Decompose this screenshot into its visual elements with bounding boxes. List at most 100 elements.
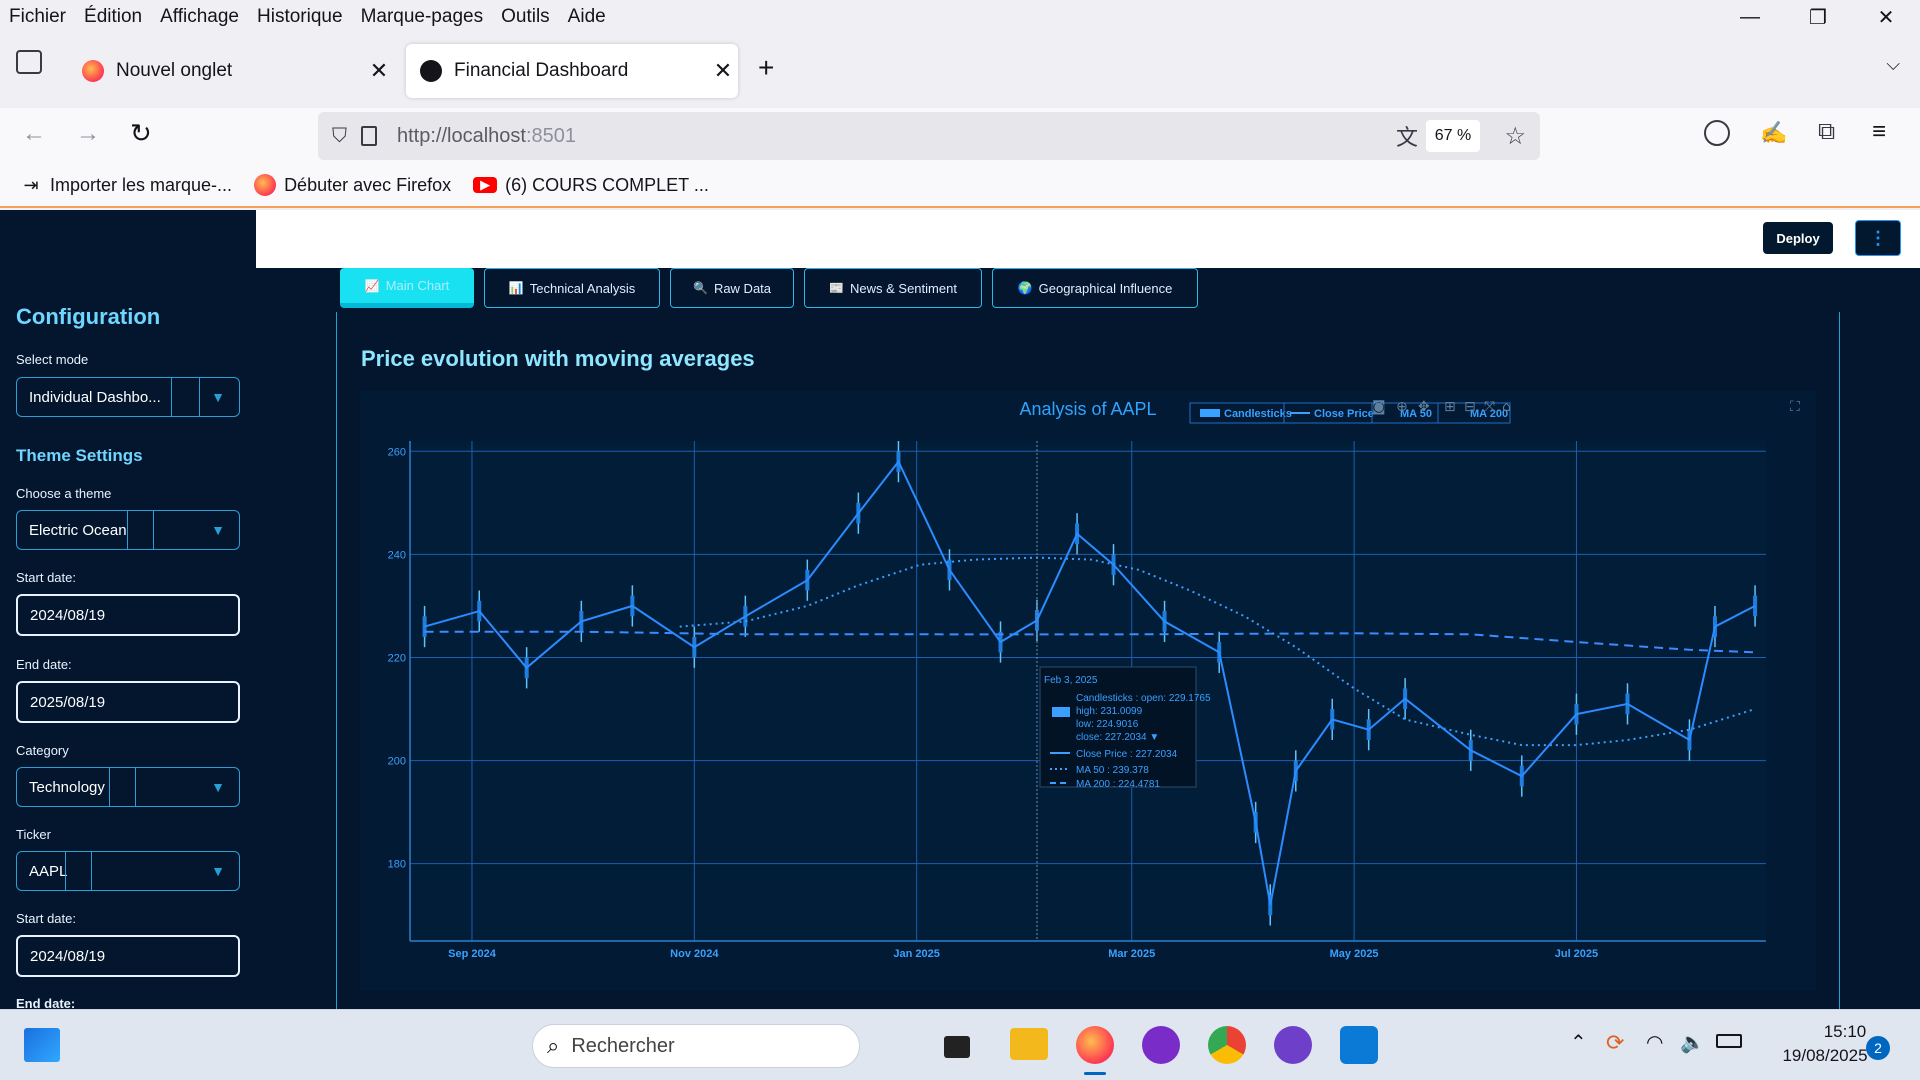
category-select[interactable]: Technology ▼ [16,767,240,807]
forward-icon[interactable]: → [76,120,100,148]
chevron-down-icon[interactable]: ▼ [197,378,239,416]
y-tick-label: 220 [388,652,406,664]
chevron-down-icon[interactable]: ▼ [197,852,239,890]
bookmark-cours-complet[interactable]: ▶ (6) COURS COMPLET ... [473,175,709,196]
restore-button[interactable]: ❐ [1784,0,1852,34]
menu-fichier[interactable]: Fichier [9,6,66,28]
tab-nouvel-onglet[interactable]: Nouvel onglet ✕ [68,44,394,98]
start-date-input-2[interactable]: 2024/08/19 [16,935,240,977]
zoom-icon[interactable]: ⊕ [1396,399,1408,415]
x-tick-label: Jan 2025 [893,948,939,960]
menu-marque-pages[interactable]: Marque-pages [361,6,484,28]
battery-icon[interactable] [1716,1034,1742,1048]
list-all-tabs-icon[interactable]: ⌵ [1886,54,1900,75]
sync-icon[interactable]: ⟳ [1606,1030,1624,1056]
private-browsing-icon[interactable] [1142,1026,1180,1064]
reset-axes-icon[interactable]: ⌂ [1502,399,1511,415]
close-tab-icon[interactable]: ✕ [364,58,394,84]
search-icon: ⌕ [547,1033,560,1058]
back-icon[interactable]: ← [22,120,46,148]
window-controls: — ❐ ✕ [1716,0,1920,34]
url-host: http://localhost [397,124,526,147]
taskbar: ⌕ Rechercher ⌃ ⟳ ◠ 🔈 15:10 19/08/2025 2 [0,1009,1920,1080]
ticker-select[interactable]: AAPL ▼ [16,851,240,891]
app-header: Deploy ⋮ [256,210,1920,268]
close-window-button[interactable]: ✕ [1852,0,1920,34]
file-explorer-icon[interactable] [1010,1028,1048,1060]
zoom-in-icon[interactable]: ⊞ [1444,399,1456,415]
chrome-icon[interactable] [1208,1026,1246,1064]
extensions-puzzle-icon[interactable]: ⧉ [1818,118,1835,146]
y-tick-label: 240 [388,549,406,561]
tab-technical-analysis[interactable]: 📊 Technical Analysis [484,268,660,308]
legend-close-price[interactable]: Close Price [1314,408,1374,420]
minimize-button[interactable]: — [1716,0,1784,34]
account-icon[interactable] [1704,120,1730,146]
tooltip-date: Feb 3, 2025 [1044,675,1098,686]
tooltip-close-price: Close Price : 227.2034 [1076,749,1178,760]
youtube-icon: ▶ [473,177,498,193]
bookmarks-bar: ⇥ Importer les marque-... Débuter avec F… [0,164,1920,208]
main-menu-icon[interactable]: ⋮ [1855,220,1901,256]
theme-title: Theme Settings [16,446,143,465]
legend-candlesticks[interactable]: Candlesticks [1224,408,1292,420]
menu-aide[interactable]: Aide [568,6,606,28]
pan-icon[interactable]: ✥ [1418,399,1430,415]
bookmark-debuter-firefox[interactable]: Débuter avec Firefox [254,174,451,196]
wifi-icon[interactable]: ◠ [1646,1030,1663,1055]
zoom-out-icon[interactable]: ⊟ [1464,399,1476,415]
tooltip-candle-swatch [1052,707,1070,717]
menu-edition[interactable]: Édition [84,6,142,28]
search-box[interactable]: ⌕ Rechercher [532,1024,860,1068]
start-windows-icon[interactable] [24,1028,60,1062]
camera-icon[interactable]: ◙ [1372,399,1386,415]
translate-icon[interactable]: 文 [1396,120,1418,152]
config-title: Configuration [16,304,161,329]
price-chart[interactable]: 180 200 220 240 260 Sep 2024 Nov 2024 Jan 2025… [360,391,1816,991]
hamburger-menu-icon[interactable]: ≡ [1872,118,1886,146]
reload-icon[interactable]: ↻ [130,118,152,149]
autoscale-icon[interactable]: ⤧ [1484,399,1495,415]
chart-title: Analysis of AAPL [1019,399,1156,419]
start-date-label-2: Start date: [16,911,76,926]
sidebar: Configuration Select mode Individual Das… [0,210,256,1009]
hover-tooltip: Feb 3, 2025 Candlesticks : open: 229.176… [1039,666,1211,790]
bookmark-star-icon[interactable]: ☆ [1504,122,1526,151]
menu-affichage[interactable]: Affichage [160,6,239,28]
start-date-input[interactable]: 2024/08/19 [16,594,240,636]
notification-badge[interactable]: 2 [1866,1036,1890,1060]
tab-list-icon[interactable] [16,50,42,74]
menu-outils[interactable]: Outils [501,6,550,28]
url-bar[interactable]: ⛉ http://localhost:8501 文 67 % ☆ [318,112,1540,160]
new-tab-icon[interactable]: + [758,52,774,84]
mode-select[interactable]: Individual Dashbo... ▼ [16,377,240,417]
tab-financial-dashboard[interactable]: Financial Dashboard ✕ [406,44,738,98]
tab-main-chart[interactable]: 📈 Main Chart [340,268,474,308]
close-tab-icon[interactable]: ✕ [708,58,738,84]
show-hidden-icons[interactable]: ⌃ [1570,1030,1587,1055]
x-tick-label: Jul 2025 [1555,948,1598,960]
deploy-button[interactable]: Deploy [1763,222,1833,254]
tooltip-high: high: 231.0099 [1076,706,1143,717]
volume-icon[interactable]: 🔈 [1680,1030,1705,1055]
menu-historique[interactable]: Historique [257,6,343,28]
tab-geographical-influence[interactable]: 🌍 Geographical Influence [992,268,1198,308]
extension-hand-icon[interactable]: ✍ [1760,120,1787,146]
fullscreen-icon[interactable]: ⛶ [1790,399,1800,415]
chevron-down-icon[interactable]: ▼ [197,768,239,806]
github-icon[interactable] [1274,1026,1312,1064]
menu-bar: Fichier Édition Affichage Historique Mar… [0,0,1920,34]
firefox-taskbar-icon[interactable] [1076,1026,1114,1064]
start-date-label: Start date: [16,570,76,585]
zoom-level[interactable]: 67 % [1426,120,1480,152]
shield-icon[interactable]: ⛉ [332,125,347,148]
x-tick-label: May 2025 [1330,948,1379,960]
tab-raw-data[interactable]: 🔍 Raw Data [670,268,794,308]
chevron-down-icon[interactable]: ▼ [197,511,239,549]
task-view-icon[interactable] [944,1036,970,1058]
end-date-input[interactable]: 2025/08/19 [16,681,240,723]
bookmark-import[interactable]: ⇥ Importer les marque-... [20,174,232,196]
vscode-icon[interactable] [1340,1026,1378,1064]
theme-select[interactable]: Electric Ocean ▼ [16,510,240,550]
tab-news-sentiment[interactable]: 📰 News & Sentiment [804,268,982,308]
